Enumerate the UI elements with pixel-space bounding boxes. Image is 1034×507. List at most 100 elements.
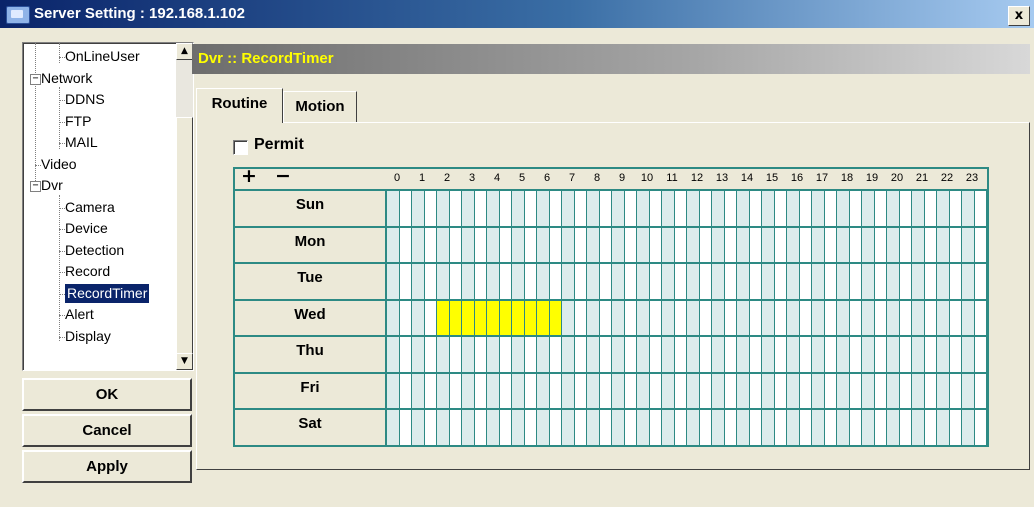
time-slot-cell[interactable]	[474, 337, 487, 372]
time-slot-cell[interactable]	[674, 227, 687, 263]
time-slot-cell[interactable]	[637, 227, 650, 263]
time-slot-cell[interactable]	[799, 191, 812, 226]
time-slot-cell[interactable]	[574, 191, 587, 226]
time-slot-cell[interactable]	[737, 227, 750, 263]
time-slot-cell[interactable]	[737, 410, 750, 445]
time-slot-cell[interactable]	[849, 373, 862, 409]
time-slot-cell[interactable]	[474, 300, 487, 336]
time-slot-cell[interactable]	[412, 300, 425, 336]
time-slot-cell[interactable]	[599, 264, 612, 299]
time-slot-cell[interactable]	[624, 191, 637, 226]
tree-item-mail[interactable]: MAIL	[65, 133, 98, 152]
time-slot-cell[interactable]	[899, 264, 912, 299]
time-slot-cell[interactable]	[562, 410, 575, 445]
time-slot-cell[interactable]	[512, 410, 525, 445]
scroll-up-button[interactable]: ▲	[176, 43, 193, 60]
time-slot-cell[interactable]	[712, 191, 725, 226]
time-slot-cell[interactable]	[799, 264, 812, 299]
time-slot-cell[interactable]	[712, 410, 725, 445]
time-slot-cell[interactable]	[599, 410, 612, 445]
cancel-button[interactable]: Cancel	[22, 414, 192, 447]
time-slot-cell[interactable]	[699, 264, 712, 299]
time-slot-cell[interactable]	[387, 373, 400, 409]
time-slot-cell[interactable]	[687, 227, 700, 263]
time-slot-cell[interactable]	[537, 191, 550, 226]
time-slot-cell[interactable]	[487, 337, 500, 372]
time-slot-cell[interactable]	[637, 337, 650, 372]
time-slot-cell[interactable]	[637, 300, 650, 336]
time-slot-cell[interactable]	[674, 300, 687, 336]
time-slot-cell[interactable]	[462, 410, 475, 445]
time-slot-cell[interactable]	[649, 191, 662, 226]
time-slot-cell[interactable]	[749, 337, 762, 372]
time-slot-cell[interactable]	[762, 373, 775, 409]
time-slot-cell[interactable]	[799, 410, 812, 445]
time-slot-cell[interactable]	[412, 337, 425, 372]
time-slot-cell[interactable]	[499, 410, 512, 445]
time-slot-cell[interactable]	[762, 264, 775, 299]
time-slot-cell[interactable]	[699, 410, 712, 445]
time-slot-cell[interactable]	[912, 337, 925, 372]
time-slot-cell[interactable]	[812, 410, 825, 445]
tree-item-camera[interactable]: Camera	[65, 198, 115, 217]
time-slot-cell[interactable]	[949, 410, 962, 445]
settings-tree[interactable]: ▲ ▼ OnLineUser − Network DDNS FTP MAIL Video − D…	[22, 42, 194, 371]
time-slot-cell[interactable]	[474, 373, 487, 409]
time-slot-cell[interactable]	[412, 410, 425, 445]
time-slot-cell[interactable]	[562, 227, 575, 263]
day-label[interactable]: Wed	[235, 300, 387, 336]
time-slot-cell[interactable]	[524, 373, 537, 409]
time-slot-cell[interactable]	[787, 300, 800, 336]
time-slot-cell[interactable]	[512, 300, 525, 336]
day-label[interactable]: Mon	[235, 227, 387, 263]
close-button[interactable]: x	[1008, 6, 1030, 26]
time-slot-cell[interactable]	[499, 264, 512, 299]
apply-button[interactable]: Apply	[22, 450, 192, 483]
time-slot-cell[interactable]	[612, 410, 625, 445]
time-slot-cell[interactable]	[437, 337, 450, 372]
time-slot-cell[interactable]	[412, 264, 425, 299]
time-slot-cell[interactable]	[924, 264, 937, 299]
time-slot-cell[interactable]	[737, 337, 750, 372]
time-slot-cell[interactable]	[562, 337, 575, 372]
permit-label[interactable]: Permit	[254, 136, 304, 154]
time-slot-cell[interactable]	[774, 300, 787, 336]
time-slot-cell[interactable]	[612, 227, 625, 263]
time-slot-cell[interactable]	[649, 373, 662, 409]
time-slot-cell[interactable]	[649, 300, 662, 336]
time-slot-cell[interactable]	[924, 337, 937, 372]
time-slot-cell[interactable]	[437, 300, 450, 336]
collapse-icon[interactable]: −	[30, 181, 41, 192]
time-slot-cell[interactable]	[949, 227, 962, 263]
time-slot-cell[interactable]	[662, 264, 675, 299]
tree-item-ftp[interactable]: FTP	[65, 112, 91, 131]
time-slot-cell[interactable]	[787, 373, 800, 409]
time-slot-cell[interactable]	[837, 373, 850, 409]
time-slot-cell[interactable]	[874, 337, 887, 372]
time-slot-cell[interactable]	[587, 410, 600, 445]
time-slot-cell[interactable]	[862, 264, 875, 299]
time-slot-cell[interactable]	[399, 337, 412, 372]
time-slot-cell[interactable]	[662, 337, 675, 372]
time-slot-cell[interactable]	[562, 300, 575, 336]
time-slot-cell[interactable]	[699, 227, 712, 263]
time-slot-cell[interactable]	[549, 264, 562, 299]
time-slot-cell[interactable]	[899, 337, 912, 372]
time-slot-cell[interactable]	[649, 264, 662, 299]
time-slot-cell[interactable]	[887, 227, 900, 263]
time-slot-cell[interactable]	[587, 191, 600, 226]
time-slot-cell[interactable]	[912, 410, 925, 445]
time-slot-cell[interactable]	[624, 264, 637, 299]
time-slot-cell[interactable]	[912, 373, 925, 409]
time-slot-cell[interactable]	[699, 337, 712, 372]
time-slot-cell[interactable]	[449, 227, 462, 263]
time-slot-cell[interactable]	[424, 410, 437, 445]
time-slot-cell[interactable]	[849, 227, 862, 263]
time-slot-cell[interactable]	[662, 410, 675, 445]
time-slot-cell[interactable]	[737, 373, 750, 409]
time-slot-cell[interactable]	[649, 227, 662, 263]
time-slot-cell[interactable]	[812, 373, 825, 409]
time-slot-cell[interactable]	[387, 264, 400, 299]
time-slot-cell[interactable]	[812, 300, 825, 336]
time-slot-cell[interactable]	[437, 373, 450, 409]
